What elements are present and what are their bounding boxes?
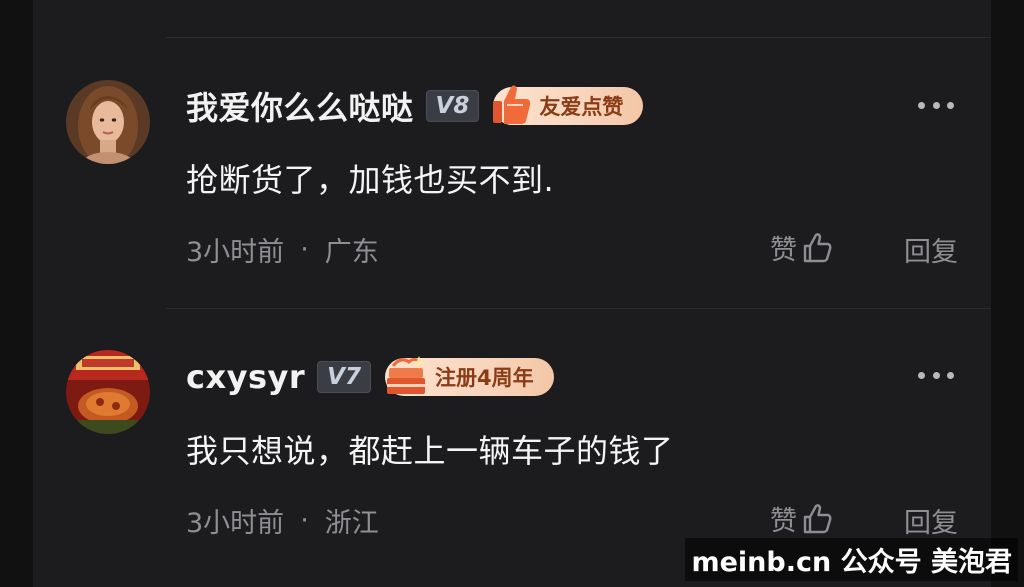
- comment-header: cxysyr V7 注册4周年: [186, 355, 554, 399]
- honor-badge-label: 友爱点赞: [539, 95, 624, 119]
- like-label: 赞: [770, 506, 797, 537]
- like-button[interactable]: 赞: [770, 228, 833, 267]
- username[interactable]: cxysyr: [186, 358, 305, 396]
- top-divider: [166, 37, 991, 38]
- more-dot: [947, 371, 954, 379]
- comment-location: 广东: [324, 237, 379, 268]
- honor-badge[interactable]: 友爱点赞: [493, 85, 644, 125]
- comment-divider: [166, 308, 991, 309]
- anniversary-cake-icon: [381, 352, 429, 403]
- watermark: meinb.cn 公众号 美泡君: [685, 538, 1018, 581]
- comment-meta: 3小时前 · 广东: [186, 230, 379, 269]
- honor-badge-label: 注册4周年: [434, 366, 534, 390]
- user-avatar[interactable]: [66, 350, 150, 434]
- comment-text: 我只想说，都赶上一辆车子的钱了: [186, 432, 674, 470]
- reply-button[interactable]: 回复: [904, 501, 958, 540]
- more-options-button[interactable]: [918, 363, 954, 387]
- woman-portrait-avatar-icon: [66, 80, 150, 164]
- comment-text: 抢断货了，加钱也买不到.: [186, 161, 555, 199]
- more-dot: [932, 371, 940, 379]
- thumbs-up-outline-icon: [803, 232, 832, 262]
- comment-time: 3小时前: [186, 508, 285, 539]
- thumbs-up-outline-icon: [803, 503, 832, 533]
- comment-header: 我爱你么么哒哒 V8 友爱点赞: [186, 83, 644, 129]
- more-dot: [918, 101, 925, 109]
- comment-meta: 3小时前 · 浙江: [186, 501, 379, 540]
- like-label: 赞: [770, 235, 797, 266]
- meta-separator: ·: [300, 505, 309, 536]
- reply-button[interactable]: 回复: [904, 230, 958, 269]
- user-avatar[interactable]: [66, 80, 150, 164]
- comment-time: 3小时前: [186, 237, 285, 268]
- username[interactable]: 我爱你么么哒哒: [186, 83, 414, 129]
- meta-separator: ·: [300, 234, 309, 265]
- level-badge: V7: [317, 361, 371, 393]
- honor-badge[interactable]: 注册4周年: [384, 356, 554, 396]
- more-dot: [918, 371, 925, 379]
- more-options-button[interactable]: [918, 93, 954, 117]
- instant-noodle-avatar-icon: [66, 350, 150, 434]
- like-button[interactable]: 赞: [770, 499, 833, 538]
- more-dot: [947, 101, 954, 109]
- comment-page: 我爱你么么哒哒 V8 友爱点赞 抢断货了，加钱也买不到. 3小时前 · 广东 赞…: [0, 0, 1024, 587]
- thumbs-up-icon: [489, 81, 533, 132]
- level-badge: V8: [425, 90, 480, 122]
- comment-location: 浙江: [324, 508, 379, 539]
- more-dot: [932, 101, 940, 109]
